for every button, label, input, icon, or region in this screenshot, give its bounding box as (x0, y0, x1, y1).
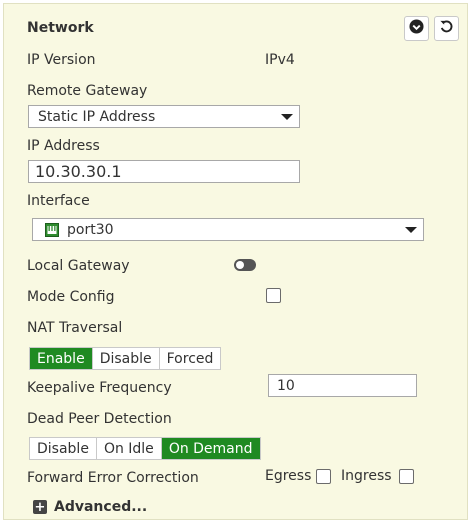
advanced-link[interactable]: Advanced... (54, 498, 147, 516)
network-port-icon (45, 222, 59, 237)
keepalive-input[interactable]: 10 (268, 374, 417, 397)
fec-egress-label: Egress (265, 468, 312, 484)
remote-gateway-value: Static IP Address (38, 108, 156, 125)
nat-traversal-options: Enable Disable Forced (29, 347, 222, 370)
local-gateway-toggle[interactable] (234, 259, 256, 271)
dead-peer-detection-options: Disable On Idle On Demand (29, 437, 261, 460)
dpd-disable[interactable]: Disable (30, 438, 97, 459)
ip-version-value: IPv4 (265, 52, 295, 68)
remote-gateway-select[interactable]: Static IP Address (28, 105, 300, 128)
dpd-on-demand[interactable]: On Demand (161, 438, 260, 459)
fec-ingress-label: Ingress (341, 468, 392, 484)
fec-egress-checkbox[interactable] (316, 469, 331, 484)
dpd-on-idle[interactable]: On Idle (97, 438, 162, 459)
fec-ingress-checkbox[interactable] (399, 469, 414, 484)
interface-value: port30 (67, 221, 114, 238)
dead-peer-detection-label: Dead Peer Detection (27, 411, 172, 427)
nat-traversal-enable[interactable]: Enable (30, 348, 93, 369)
nat-traversal-disable[interactable]: Disable (93, 348, 160, 369)
mode-config-label: Mode Config (27, 289, 115, 305)
undo-icon (439, 19, 454, 38)
keepalive-label: Keepalive Frequency (27, 380, 172, 396)
collapse-button[interactable] (404, 16, 429, 41)
interface-select[interactable]: port30 (32, 218, 424, 241)
plus-square-icon[interactable]: + (33, 500, 47, 514)
ip-address-value: 10.30.30.1 (35, 162, 122, 181)
keepalive-value: 10 (277, 377, 295, 394)
remote-gateway-label: Remote Gateway (27, 83, 148, 99)
interface-label: Interface (27, 193, 90, 209)
section-title: Network (27, 20, 94, 36)
caret-down-icon (405, 227, 417, 233)
local-gateway-label: Local Gateway (27, 258, 130, 274)
fec-label: Forward Error Correction (27, 470, 199, 486)
mode-config-checkbox[interactable] (266, 288, 281, 303)
ip-address-input[interactable]: 10.30.30.1 (28, 160, 300, 183)
caret-down-icon (281, 114, 293, 120)
ip-version-label: IP Version (27, 52, 96, 68)
nat-traversal-label: NAT Traversal (27, 320, 123, 336)
ip-address-label: IP Address (27, 138, 100, 154)
network-panel: Network IP Version IPv4 Remote Gateway S… (3, 3, 468, 520)
chevron-circle-down-icon (409, 19, 424, 38)
reset-button[interactable] (434, 16, 459, 41)
toggle-knob (236, 261, 244, 269)
nat-traversal-forced[interactable]: Forced (160, 348, 221, 369)
